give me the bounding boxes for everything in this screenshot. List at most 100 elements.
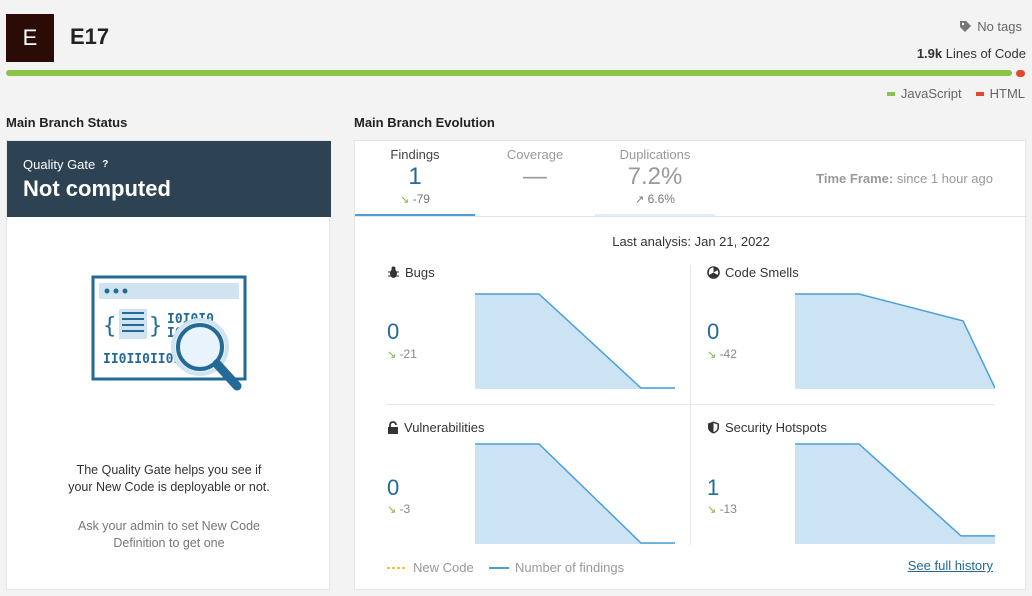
legend-new-code-label: New Code <box>413 560 474 575</box>
quality-gate-description: The Quality Gate helps you see if your N… <box>7 462 331 496</box>
quality-gate-panel: Quality Gate ? Not computed { } I0I0I0 I… <box>6 140 331 590</box>
help-icon[interactable]: ? <box>102 159 108 170</box>
metric-value[interactable]: 0 <box>707 319 719 345</box>
metric-security-hotspots[interactable]: Security Hotspots <box>707 420 827 435</box>
tab-delta-value: 6.6% <box>647 192 675 206</box>
legend-label: JavaScript <box>900 86 962 101</box>
quality-gate-label: Quality Gate <box>23 157 96 172</box>
quality-gate-status: Not computed <box>23 176 171 201</box>
vulnerabilities-chart <box>475 443 675 544</box>
metrics-column-divider <box>690 265 691 545</box>
metric-name: Vulnerabilities <box>387 420 484 435</box>
last-analysis: Last analysis: Jan 21, 2022 <box>612 234 770 249</box>
status-section-title: Main Branch Status <box>6 115 128 130</box>
project-name[interactable]: E17 <box>70 24 109 50</box>
metric-label: Security Hotspots <box>725 420 827 435</box>
metric-bugs[interactable]: Bugs <box>387 265 435 280</box>
description-line: your New Code is deployable or not. <box>68 480 270 494</box>
legend-findings: Number of findings <box>489 560 624 575</box>
svg-text:II0II0II0I: II0II0II0I <box>103 352 181 367</box>
tab-label: Coverage <box>506 147 564 162</box>
metric-delta-value: -13 <box>719 502 737 516</box>
area-fill <box>475 294 675 389</box>
area-fill <box>475 444 675 544</box>
tag-icon <box>960 21 972 32</box>
metric-value[interactable]: 0 <box>387 475 399 501</box>
lock-icon <box>388 421 398 434</box>
metric-delta-value: -3 <box>399 502 411 516</box>
arrow-down-icon: ↘ <box>387 504 397 516</box>
hint-line: Ask your admin to set New Code <box>77 519 261 533</box>
metric-vulnerabilities[interactable]: Vulnerabilities <box>387 420 484 435</box>
metric-delta: ↘ -13 <box>707 502 737 516</box>
tab-label: Findings <box>390 147 440 162</box>
bugs-chart <box>475 293 675 389</box>
language-bar-html <box>1016 70 1025 77</box>
tabs-divider <box>355 216 1027 217</box>
tab-delta: ↗ 6.6% <box>595 192 715 206</box>
metric-delta: ↘ -42 <box>707 347 737 361</box>
tags-display[interactable]: No tags <box>959 19 1022 34</box>
metric-value[interactable]: 1 <box>707 475 719 501</box>
tab-duplications[interactable]: Duplications 7.2% ↗ 6.6% <box>595 141 715 217</box>
quality-gate-header: Quality Gate ? Not computed <box>7 141 331 217</box>
see-full-history-link[interactable]: See full history <box>908 558 993 573</box>
tab-delta-value: -79 <box>412 192 430 206</box>
svg-text:{: { <box>103 314 116 339</box>
metric-delta-value: -21 <box>399 347 417 361</box>
arrow-down-icon: ↘ <box>387 349 397 361</box>
shield-icon <box>708 421 719 434</box>
security-hotspots-chart <box>795 443 995 544</box>
quality-gate-illustration: { } I0I0I0 I0I0I0 II0II0II0I <box>91 275 247 391</box>
code-smell-icon <box>707 266 720 279</box>
legend-html: HTML <box>975 86 1025 101</box>
metric-value[interactable]: 0 <box>387 319 399 345</box>
metric-delta: ↘ -3 <box>387 502 410 516</box>
dashed-line-icon <box>387 566 407 569</box>
metric-label: Code Smells <box>725 265 799 280</box>
evolution-section-title: Main Branch Evolution <box>354 115 495 130</box>
tab-coverage[interactable]: Coverage — <box>475 141 595 217</box>
tab-findings[interactable]: Findings 1 ↘ -79 <box>355 141 475 217</box>
metric-name: Code Smells <box>707 265 799 280</box>
loc-value: 1.9k <box>916 46 943 61</box>
metric-label: Vulnerabilities <box>404 420 485 435</box>
code-smells-chart <box>795 293 995 389</box>
metric-delta-value: -42 <box>719 347 737 361</box>
time-frame-label: Time Frame: <box>816 171 894 186</box>
evolution-panel: Findings 1 ↘ -79 Coverage — Duplications… <box>354 140 1027 590</box>
time-frame: Time Frame: since 1 hour ago <box>816 171 993 186</box>
metrics-row-divider <box>387 404 995 405</box>
metric-code-smells[interactable]: Code Smells <box>707 265 799 280</box>
tab-value: 7.2% <box>627 163 683 190</box>
arrow-down-icon: ↘ <box>400 194 410 206</box>
quality-gate-label-row: Quality Gate ? <box>23 157 315 172</box>
loc-label: Lines of Code <box>945 46 1026 61</box>
javascript-swatch <box>886 91 895 96</box>
tab-value: — <box>523 163 547 190</box>
svg-text:}: } <box>149 314 162 339</box>
arrow-up-icon: ↗ <box>635 194 645 206</box>
project-avatar: E <box>6 14 54 62</box>
time-frame-value: since 1 hour ago <box>896 171 993 186</box>
area-fill <box>795 444 995 544</box>
arrow-down-icon: ↘ <box>707 504 717 516</box>
metric-label: Bugs <box>405 265 435 280</box>
tab-value: 1 <box>408 163 422 190</box>
legend-findings-label: Number of findings <box>515 560 625 575</box>
tab-delta: ↘ -79 <box>355 192 475 206</box>
html-swatch <box>975 91 984 96</box>
tab-label: Duplications <box>619 147 691 162</box>
arrow-down-icon: ↘ <box>707 349 717 361</box>
solid-line-icon <box>489 566 509 569</box>
language-legend: JavaScript HTML <box>886 86 1025 101</box>
hint-line: Definition to get one <box>113 536 225 550</box>
area-fill <box>795 294 995 389</box>
admin-hint: Ask your admin to set New Code Definitio… <box>7 518 331 552</box>
metric-name: Bugs <box>387 265 435 280</box>
legend-new-code: New Code <box>387 560 474 575</box>
metric-delta: ↘ -21 <box>387 347 417 361</box>
legend-javascript: JavaScript <box>886 86 962 101</box>
tags-label: No tags <box>977 19 1022 34</box>
language-bar-javascript <box>6 70 1012 76</box>
